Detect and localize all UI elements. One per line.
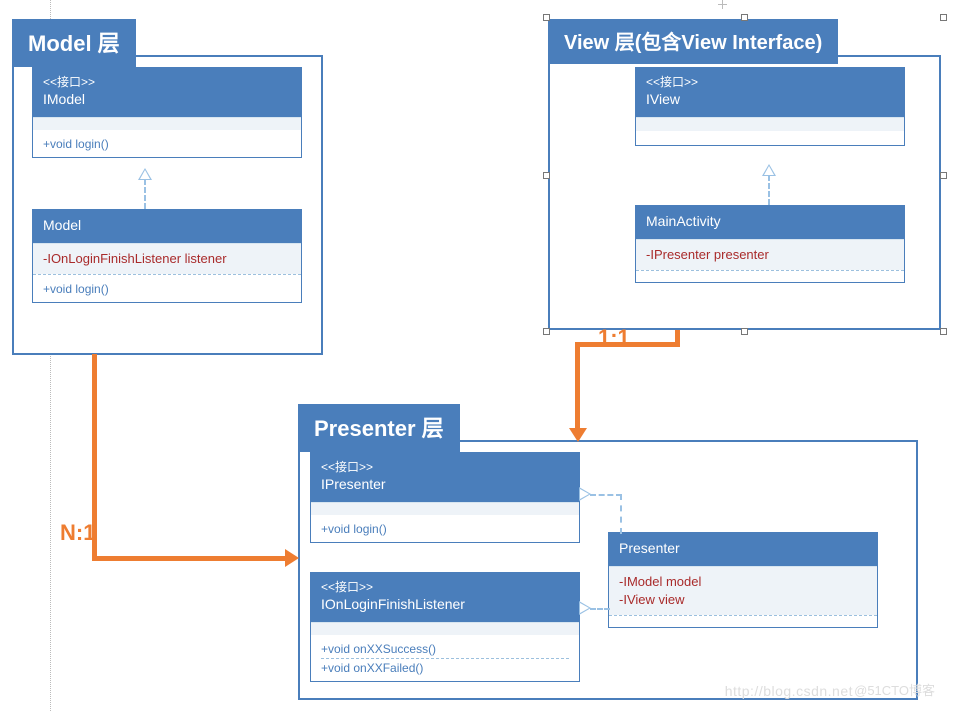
selection-handle[interactable] [940,172,947,179]
model-method: +void login() [43,280,291,296]
presenter-ilistener-line [590,608,610,610]
model-field: -IOnLoginFinishListener listener [43,250,291,268]
n1-connector-h [92,556,286,561]
imodel-realization-line [144,179,146,209]
imodel-name: IModel [43,90,291,109]
arrow-right-icon [285,549,299,567]
mainactivity-field: -IPresenter presenter [646,246,894,264]
uml-ionloginfinish: <<接口>> IOnLoginFinishListener +void onXX… [310,572,580,682]
triangle-arrow-icon [138,168,152,180]
presenter-layer-title: Presenter 层 [298,404,460,452]
iview-stereo: <<接口>> [646,74,894,90]
arrow-down-icon [569,428,587,442]
selection-handle[interactable] [543,172,550,179]
uml-model: Model -IOnLoginFinishListener listener +… [32,209,302,303]
selection-handle[interactable] [940,328,947,335]
presenter-field2: -IView view [619,591,867,609]
uml-imodel: <<接口>> IModel +void login() [32,67,302,158]
imodel-method: +void login() [43,135,291,151]
watermark-url: http://blog.csdn.net [725,683,853,699]
n1-label: N:1 [60,520,95,546]
ionloginfinish-name: IOnLoginFinishListener [321,595,569,614]
view-layer-title: View 层(包含View Interface) [548,19,838,64]
one-one-connector-v2 [675,330,680,347]
uml-mainactivity: MainActivity -IPresenter presenter [635,205,905,283]
imodel-stereo: <<接口>> [43,74,291,90]
one-one-connector-v1 [575,342,580,430]
presenter-ipresenter-line-h [590,494,622,496]
view-layer: View 层(包含View Interface) <<接口>> IView Ma… [548,55,941,330]
triangle-arrow-icon [579,601,591,615]
model-name: Model [43,216,291,235]
ionloginfinish-stereo: <<接口>> [321,579,569,595]
uml-ipresenter: <<接口>> IPresenter +void login() [310,452,580,543]
one-one-label: 1:1 [598,325,630,351]
ipresenter-stereo: <<接口>> [321,459,569,475]
selection-handle[interactable] [543,14,550,21]
mainactivity-name: MainActivity [646,212,894,231]
model-layer-title: Model 层 [12,19,136,67]
iview-realization-line [768,175,770,205]
watermark-logo: @51CTO博客 [854,680,935,699]
selection-handle[interactable] [543,328,550,335]
uml-presenter: Presenter -IModel model -IView view [608,532,878,628]
model-layer: Model 层 <<接口>> IModel +void login() Mode… [12,55,323,355]
presenter-layer: Presenter 层 <<接口>> IPresenter +void logi… [298,440,918,700]
triangle-arrow-icon [762,164,776,176]
ionloginfinish-method2: +void onXXFailed() [321,659,569,675]
selection-handle[interactable] [741,328,748,335]
presenter-field1: -IModel model [619,573,867,591]
ipresenter-method: +void login() [321,520,569,536]
selection-handle[interactable] [741,14,748,21]
selection-handle[interactable] [940,14,947,21]
ipresenter-name: IPresenter [321,475,569,494]
triangle-arrow-icon [579,487,591,501]
presenter-ipresenter-line-v [620,494,622,534]
iview-name: IView [646,90,894,109]
ionloginfinish-method1: +void onXXSuccess() [321,640,569,659]
presenter-name: Presenter [619,539,867,558]
crosshair-icon [718,0,727,9]
uml-iview: <<接口>> IView [635,67,905,146]
